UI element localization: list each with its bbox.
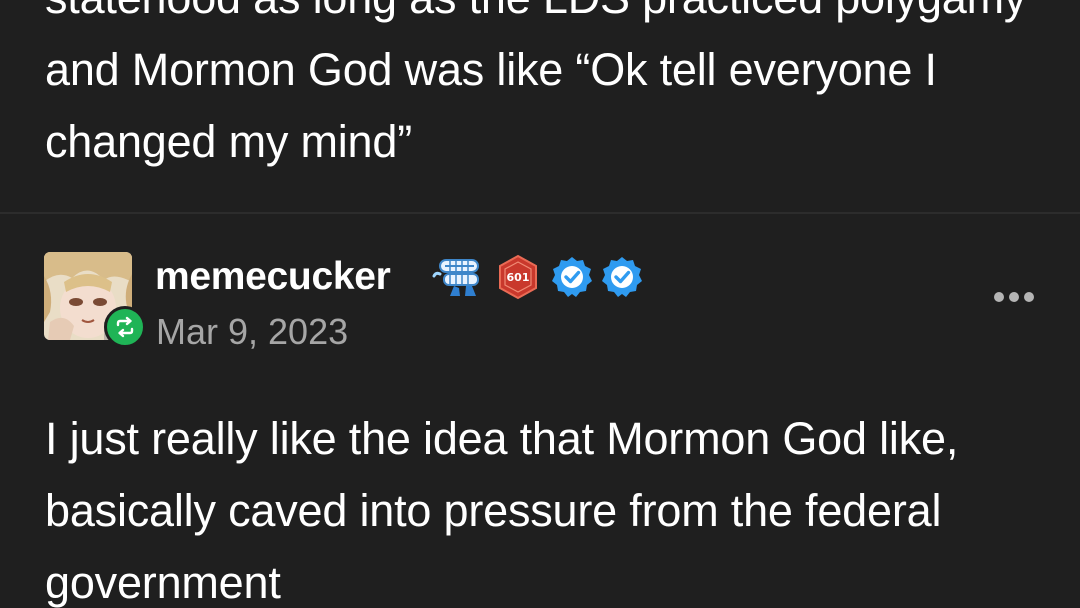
- previous-post: statehood as long as the LDS practiced p…: [0, 0, 1080, 212]
- chattering-teeth-badge-icon[interactable]: [432, 252, 488, 302]
- post-divider: [0, 212, 1080, 214]
- post-body-text: I just really like the idea that Mormon …: [45, 413, 959, 608]
- verified-check-icon[interactable]: [550, 255, 594, 299]
- hex-badge-label: 601: [507, 271, 530, 284]
- hex-badge-icon[interactable]: 601: [494, 253, 542, 301]
- reblog-icon: [116, 316, 134, 338]
- reblog-badge: [104, 306, 146, 348]
- avatar[interactable]: [44, 252, 146, 348]
- username-link[interactable]: memecucker: [155, 254, 391, 300]
- post-date: Mar 9, 2023: [156, 311, 349, 352]
- verified-check-icon[interactable]: [600, 255, 644, 299]
- previous-post-text: statehood as long as the LDS practiced p…: [45, 0, 1026, 167]
- user-badges: 601: [432, 252, 644, 302]
- more-options-icon: [1024, 292, 1034, 302]
- more-options-button[interactable]: [984, 280, 1044, 314]
- more-options-icon: [994, 292, 1004, 302]
- more-options-icon: [1009, 292, 1019, 302]
